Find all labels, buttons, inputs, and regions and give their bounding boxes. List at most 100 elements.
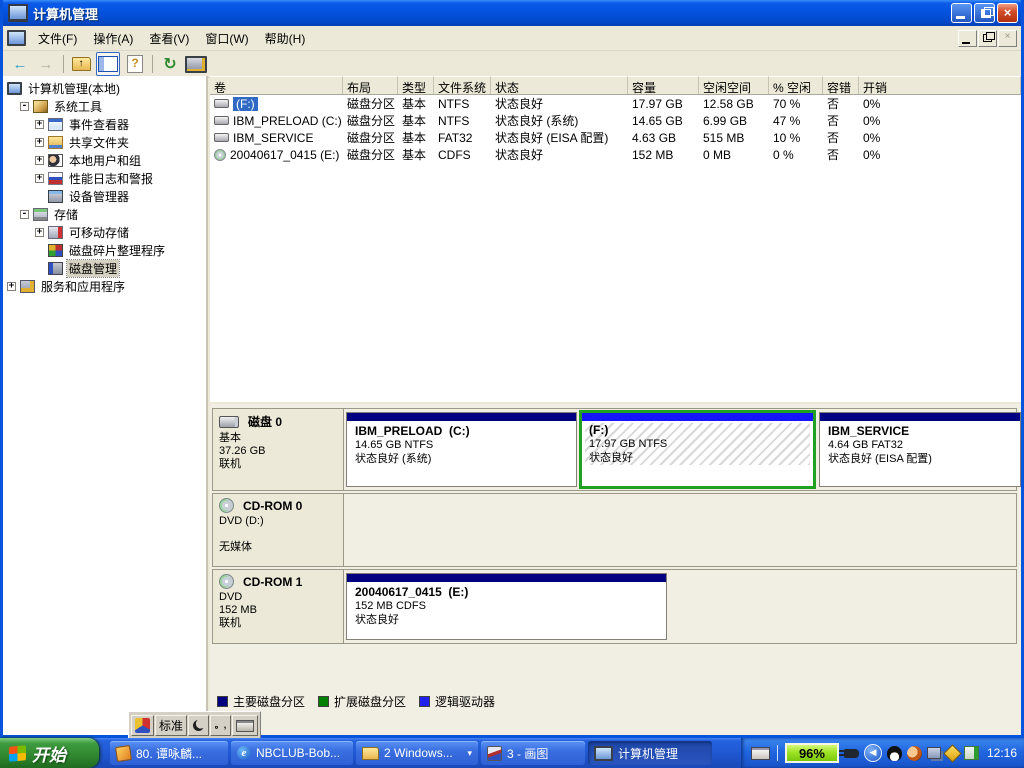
show-console-tree-button[interactable]	[96, 52, 120, 76]
ime-softkeyboard-button[interactable]	[232, 715, 258, 736]
menu-window[interactable]: 窗口(W)	[197, 27, 256, 50]
expander-icon[interactable]: -	[20, 210, 29, 219]
task-computer-management[interactable]: 计算机管理	[588, 741, 712, 765]
column-header-free-space[interactable]: 空闲空间	[699, 76, 769, 94]
back-icon[interactable]: ←	[9, 53, 31, 75]
toolbar-separator	[152, 55, 153, 73]
messenger-icon[interactable]	[943, 744, 961, 762]
partition-ibm-service[interactable]: IBM_SERVICE 4.64 GB FAT32 状态良好 (EISA 配置)	[819, 412, 1021, 487]
column-header-overhead[interactable]: 开销	[859, 76, 1021, 94]
tree-item-storage[interactable]: - 存储	[3, 205, 206, 223]
restore-button[interactable]	[974, 3, 995, 23]
tree-item-device-manager[interactable]: 设备管理器	[3, 187, 206, 205]
tree-item-disk-management[interactable]: 磁盘管理	[3, 259, 206, 277]
table-row[interactable]: 20040617_0415 (E:) 磁盘分区 基本 CDFS 状态良好 152…	[210, 146, 1021, 163]
menu-view[interactable]: 查看(V)	[141, 27, 197, 50]
table-row[interactable]: IBM_SERVICE 磁盘分区 基本 FAT32 状态良好 (EISA 配置)…	[210, 129, 1021, 146]
volume-list-pane: 卷 布局 类型 文件系统 状态 容量 空闲空间 % 空闲 容错 开销 (F:) …	[210, 76, 1021, 402]
ime-fullwidth-button[interactable]	[188, 715, 209, 736]
legend-logical-drive: 逻辑驱动器	[419, 693, 495, 710]
column-header-type[interactable]: 类型	[398, 76, 434, 94]
expander-icon[interactable]: +	[35, 138, 44, 147]
ime-mode-button[interactable]: 标准	[155, 715, 187, 736]
refresh-icon[interactable]: ↻	[159, 53, 181, 75]
disk-tool-button[interactable]	[185, 53, 207, 75]
column-header-filesystem[interactable]: 文件系统	[434, 76, 491, 94]
menu-bar: 文件(F) 操作(A) 查看(V) 窗口(W) 帮助(H) ×	[3, 26, 1021, 51]
primary-partition-stripe	[347, 574, 666, 582]
tree-item-services-applications[interactable]: + 服务和应用程序	[3, 277, 206, 295]
console-tree: 计算机管理(本地) - 系统工具 + 事件查看器 + 共享文件夹 + 本地用户和…	[3, 76, 208, 735]
mdi-close-button[interactable]: ×	[998, 30, 1017, 47]
table-row[interactable]: (F:) 磁盘分区 基本 NTFS 状态良好 17.97 GB 12.58 GB…	[210, 95, 1021, 112]
column-header-pct-free[interactable]: % 空闲	[769, 76, 823, 94]
partition-f-selected[interactable]: (F:) 17.97 GB NTFS 状态良好	[579, 410, 816, 489]
disk-graph-pane: 磁盘 0 基本 37.26 GB 联机 IBM_PRELOAD (C:) 14.…	[210, 402, 1021, 735]
start-button[interactable]: 开始	[0, 738, 99, 768]
event-viewer-icon	[48, 118, 63, 131]
power-plug-icon[interactable]	[844, 749, 859, 758]
disk-info[interactable]: 磁盘 0 基本 37.26 GB 联机	[213, 409, 344, 490]
tree-item-removable-storage[interactable]: + 可移动存储	[3, 223, 206, 241]
tree-item-local-users-groups[interactable]: + 本地用户和组	[3, 151, 206, 169]
mdi-minimize-button[interactable]	[958, 30, 977, 47]
task-paint[interactable]: 3 - 画图	[481, 741, 585, 765]
partition-c[interactable]: IBM_PRELOAD (C:) 14.65 GB NTFS 状态良好 (系统)	[346, 412, 577, 487]
menu-action[interactable]: 操作(A)	[85, 27, 141, 50]
tree-item-shared-folders[interactable]: + 共享文件夹	[3, 133, 206, 151]
qq-icon[interactable]	[887, 746, 902, 761]
folder-icon	[362, 747, 379, 760]
tree-item-computer-management[interactable]: 计算机管理(本地)	[3, 79, 206, 97]
table-row[interactable]: IBM_PRELOAD (C:) 磁盘分区 基本 NTFS 状态良好 (系统) …	[210, 112, 1021, 129]
folder-up-icon: ↑	[72, 57, 91, 71]
close-button[interactable]: ×	[997, 3, 1018, 23]
column-header-fault-tolerance[interactable]: 容错	[823, 76, 859, 94]
column-header-layout[interactable]: 布局	[343, 76, 398, 94]
menu-help[interactable]: 帮助(H)	[257, 27, 314, 50]
expander-icon[interactable]: +	[35, 156, 44, 165]
ime-language-bar: 标准 。,	[128, 711, 261, 740]
ime-punctuation-button[interactable]: 。,	[210, 715, 231, 736]
minimize-button[interactable]	[951, 3, 972, 23]
task-windows-group[interactable]: 2 Windows... ▾	[356, 741, 478, 765]
disk-info[interactable]: CD-ROM 1 DVD 152 MB 联机	[213, 570, 344, 643]
tree-item-label: 可移动存储	[67, 224, 131, 241]
performance-icon	[48, 172, 63, 185]
tree-item-event-viewer[interactable]: + 事件查看器	[3, 115, 206, 133]
expander-icon[interactable]: +	[35, 174, 44, 183]
legend-extended-partition: 扩展磁盘分区	[318, 693, 406, 710]
media-tray-icon[interactable]	[964, 746, 979, 760]
tree-item-system-tools[interactable]: - 系统工具	[3, 97, 206, 115]
ime-logo-button[interactable]	[131, 715, 154, 736]
partition-e-cdfs[interactable]: 20040617_0415 (E:) 152 MB CDFS 状态良好	[346, 573, 667, 640]
disk-name: CD-ROM 0	[243, 499, 302, 513]
column-header-status[interactable]: 状态	[491, 76, 628, 94]
tree-item-performance-logs[interactable]: + 性能日志和警报	[3, 169, 206, 187]
column-header-capacity[interactable]: 容量	[628, 76, 699, 94]
disk-info[interactable]: CD-ROM 0 DVD (D:) 无媒体	[213, 494, 344, 566]
primary-partition-stripe	[347, 413, 576, 421]
mdi-restore-button[interactable]	[978, 30, 997, 47]
chevron-down-icon[interactable]: ▾	[467, 748, 472, 759]
expander-icon[interactable]: +	[7, 282, 16, 291]
storage-icon	[33, 208, 48, 221]
disk-row-cdrom0: CD-ROM 0 DVD (D:) 无媒体	[212, 493, 1017, 567]
up-one-level-button[interactable]: ↑	[70, 53, 92, 75]
help-button[interactable]: ?	[124, 53, 146, 75]
tree-item-label: 设备管理器	[67, 188, 131, 205]
column-header-volume[interactable]: 卷	[210, 76, 343, 94]
expander-icon[interactable]: +	[35, 120, 44, 129]
task-media-player[interactable]: 80. 谭咏麟...	[110, 741, 228, 765]
tree-item-disk-defragmenter[interactable]: 磁盘碎片整理程序	[3, 241, 206, 259]
expander-icon[interactable]: +	[35, 228, 44, 237]
expander-icon[interactable]: -	[20, 102, 29, 111]
collapse-chevron-icon[interactable]: ◀	[864, 744, 882, 762]
network-icon[interactable]	[927, 747, 941, 759]
help-icon: ?	[127, 55, 143, 73]
task-internet-explorer[interactable]: e NBCLUB-Bob...	[231, 741, 353, 765]
contacts-icon[interactable]	[907, 746, 922, 761]
forward-icon[interactable]: →	[35, 53, 57, 75]
keyboard-layout-icon[interactable]	[751, 747, 770, 760]
system-tools-icon	[33, 100, 48, 113]
menu-file[interactable]: 文件(F)	[30, 27, 85, 50]
